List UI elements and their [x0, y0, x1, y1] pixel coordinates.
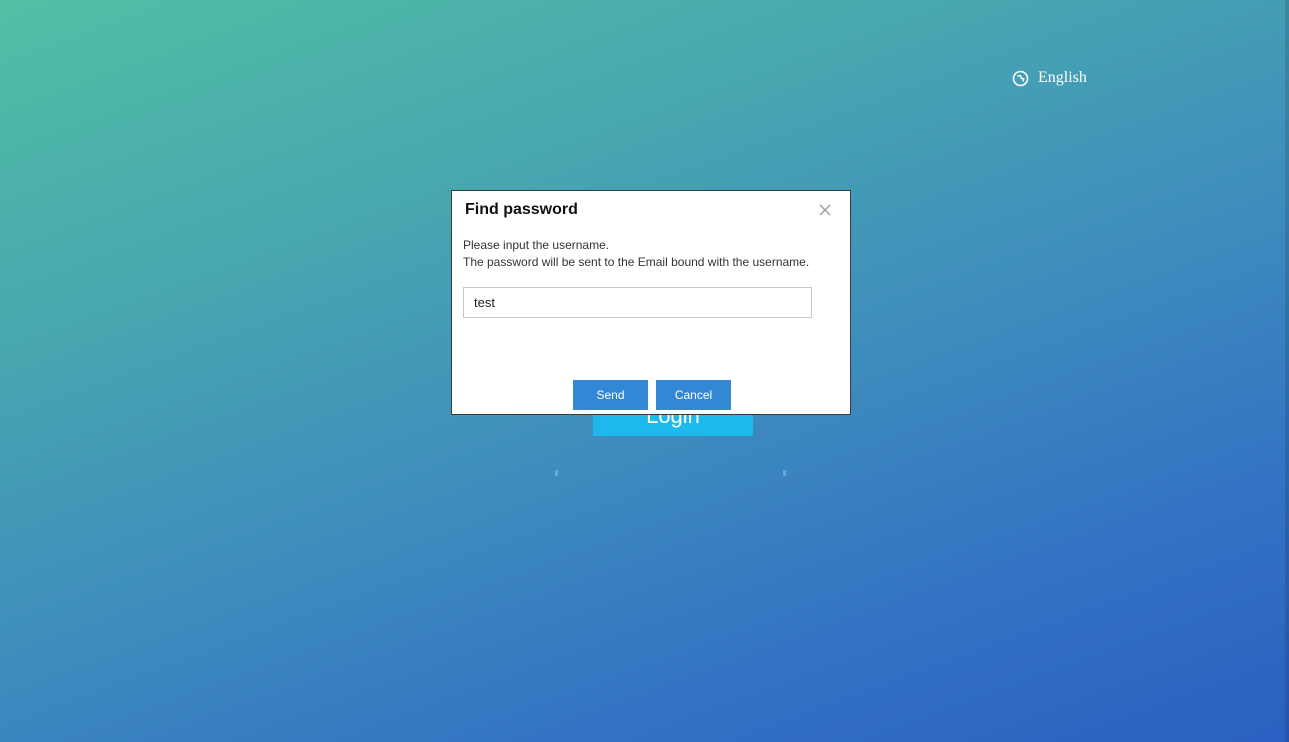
username-input[interactable]: [463, 287, 812, 318]
globe-icon: [1012, 70, 1029, 87]
window-edge: [1285, 0, 1289, 742]
message-line-2: The password will be sent to the Email b…: [463, 255, 810, 269]
find-password-dialog: Find password Please input the username.…: [451, 190, 851, 415]
language-selector[interactable]: English: [1012, 68, 1087, 88]
send-button[interactable]: Send: [573, 380, 648, 410]
background-mark: [555, 470, 558, 476]
background-mark: [783, 470, 786, 476]
cancel-button[interactable]: Cancel: [656, 380, 731, 410]
dialog-title: Find password: [465, 201, 578, 218]
message-line-1: Please input the username.: [463, 238, 610, 252]
language-label: English: [1038, 69, 1087, 86]
close-icon[interactable]: [818, 203, 832, 217]
dialog-message: Please input the username. The password …: [463, 237, 809, 271]
